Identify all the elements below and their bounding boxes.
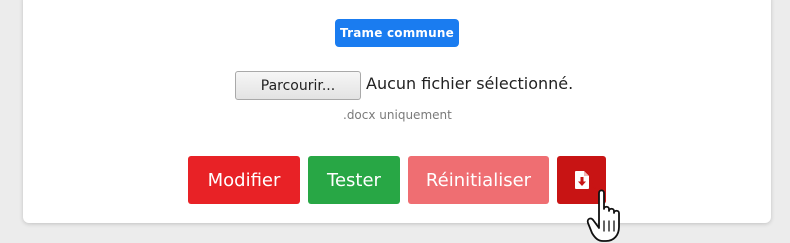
file-status-text: Aucun fichier sélectionné. [366,74,574,93]
browse-file-button[interactable]: Parcourir... [235,71,361,100]
test-button[interactable]: Tester [308,156,400,204]
file-type-hint: .docx uniquement [343,108,452,122]
hand-pointer-cursor-icon [586,183,620,242]
reset-button[interactable]: Réinitialiser [408,156,549,204]
trame-commune-badge[interactable]: Trame commune [335,19,459,47]
modify-button[interactable]: Modifier [188,156,300,204]
